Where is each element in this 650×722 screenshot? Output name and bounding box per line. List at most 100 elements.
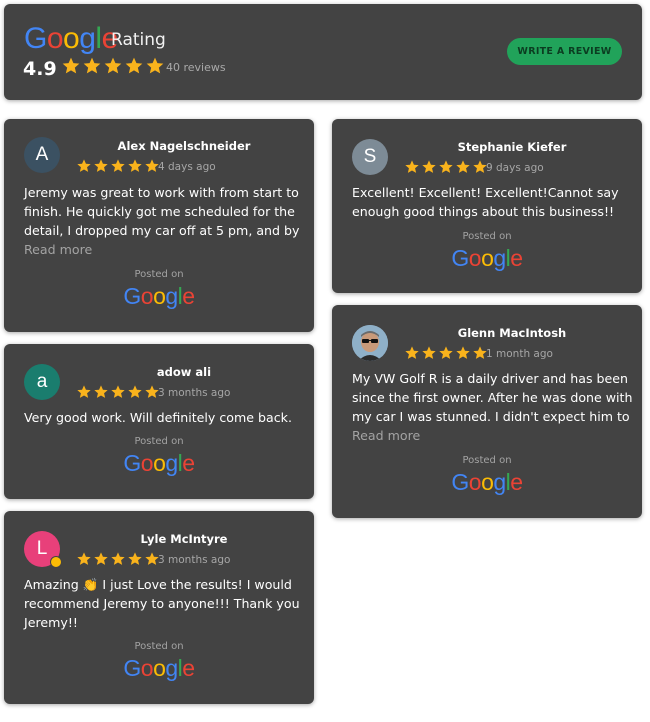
- review-time: 1 month ago: [486, 348, 553, 360]
- avatar: [352, 325, 388, 361]
- google-logo-letter: G: [24, 22, 47, 55]
- google-logo-letter: G: [123, 450, 141, 476]
- google-logo-letter: g: [79, 22, 96, 55]
- review-text: Jeremy was great to work with from start…: [24, 185, 300, 238]
- google-logo-letter: g: [493, 469, 506, 495]
- google-logo-letter: g: [493, 245, 506, 271]
- review-text: Amazing 👏 I just Love the results! I wou…: [24, 577, 300, 630]
- reviewer-name: adow ali: [156, 365, 212, 379]
- review-time: 3 months ago: [158, 387, 231, 399]
- star-icon: [110, 384, 126, 400]
- star-icon: [124, 56, 144, 76]
- posted-on-label: Posted on: [134, 641, 184, 652]
- star-icon: [438, 159, 454, 175]
- star-icon: [127, 384, 143, 400]
- star-icon: [127, 551, 143, 567]
- star-icon: [455, 159, 471, 175]
- header-star-rating: [61, 56, 165, 76]
- star-icon: [82, 56, 102, 76]
- star-icon: [110, 551, 126, 567]
- google-logo-letter: G: [123, 655, 141, 681]
- google-logo-letter: G: [123, 283, 141, 309]
- google-logo: Google: [4, 450, 314, 476]
- google-logo-letter: o: [153, 283, 166, 309]
- google-logo-letter: g: [165, 283, 178, 309]
- google-logo-letter: o: [468, 469, 482, 495]
- avatar: a: [24, 364, 60, 400]
- google-logo-letter: e: [182, 450, 195, 476]
- write-review-button[interactable]: WRITE A REVIEW: [507, 38, 622, 65]
- review-count: 40 reviews: [166, 61, 226, 74]
- review-star-rating: [76, 551, 160, 567]
- google-logo-letter: o: [481, 469, 494, 495]
- google-logo-letter: g: [165, 655, 178, 681]
- google-logo-letter: o: [153, 655, 166, 681]
- reviewer-name: Stephanie Kiefer: [457, 140, 567, 154]
- google-logo-letter: g: [165, 450, 178, 476]
- google-logo-letter: o: [63, 22, 80, 55]
- review-time: 3 months ago: [158, 554, 231, 566]
- star-icon: [110, 158, 126, 174]
- review-star-rating: [76, 158, 160, 174]
- star-icon: [103, 56, 123, 76]
- star-icon: [93, 551, 109, 567]
- google-logo: Google: [24, 22, 118, 56]
- star-icon: [61, 56, 81, 76]
- star-icon: [421, 159, 437, 175]
- review-time: 9 days ago: [486, 162, 544, 174]
- review-text: Excellent! Excellent! Excellent!Cannot s…: [352, 185, 619, 219]
- review-star-rating: [76, 384, 160, 400]
- google-logo-letter: e: [510, 245, 523, 271]
- review-star-rating: [404, 345, 488, 361]
- review-card: L Lyle McIntyre 3 months ago Amazing 👏 I…: [4, 511, 314, 704]
- google-logo-letter: o: [46, 22, 64, 55]
- google-logo-letter: G: [451, 245, 469, 271]
- google-logo-letter: G: [451, 469, 469, 495]
- read-more-link[interactable]: Read more: [352, 428, 420, 443]
- star-icon: [93, 384, 109, 400]
- star-icon: [76, 384, 92, 400]
- star-icon: [76, 551, 92, 567]
- posted-on-label: Posted on: [462, 231, 512, 242]
- profile-photo-icon: [352, 325, 388, 361]
- review-time: 4 days ago: [158, 161, 216, 173]
- google-logo-letter: o: [468, 245, 482, 271]
- review-card: A Alex Nagelschneider 4 days ago Jeremy …: [4, 119, 314, 332]
- star-icon: [145, 56, 165, 76]
- star-icon: [93, 158, 109, 174]
- review-text: My VW Golf R is a daily driver and has b…: [352, 371, 633, 424]
- star-icon: [455, 345, 471, 361]
- posted-on-label: Posted on: [134, 269, 184, 280]
- star-icon: [438, 345, 454, 361]
- star-icon: [404, 345, 420, 361]
- google-logo-letter: e: [182, 283, 195, 309]
- google-logo-letter: o: [153, 450, 166, 476]
- avatar: S: [352, 139, 388, 175]
- star-icon: [404, 159, 420, 175]
- google-logo-letter: e: [182, 655, 195, 681]
- rating-title: Rating: [111, 30, 166, 50]
- google-logo: Google: [4, 655, 314, 681]
- review-text: Very good work. Will definitely come bac…: [24, 410, 292, 425]
- review-card: S Stephanie Kiefer 9 days ago Excellent!…: [332, 119, 642, 293]
- star-icon: [76, 158, 92, 174]
- star-icon: [421, 345, 437, 361]
- reviewer-name: Alex Nagelschneider: [117, 139, 251, 153]
- reviewer-name: Glenn MacIntosh: [457, 326, 567, 340]
- read-more-link[interactable]: Read more: [24, 242, 92, 257]
- avatar: A: [24, 137, 60, 173]
- google-logo-letter: o: [481, 245, 494, 271]
- average-rating: 4.9: [23, 58, 57, 80]
- review-star-rating: [404, 159, 488, 175]
- review-card: a adow ali 3 months ago Very good work. …: [4, 344, 314, 499]
- local-guide-badge-icon: [50, 556, 62, 568]
- reviewer-name: Lyle McIntyre: [140, 532, 228, 546]
- google-logo: Google: [332, 469, 642, 495]
- posted-on-label: Posted on: [134, 436, 184, 447]
- google-logo: Google: [4, 283, 314, 309]
- google-logo-letter: o: [140, 450, 154, 476]
- rating-header: Google Rating 4.9 40 reviews WRITE A REV…: [4, 4, 642, 100]
- posted-on-label: Posted on: [462, 455, 512, 466]
- google-logo-letter: o: [140, 655, 154, 681]
- google-logo-letter: e: [510, 469, 523, 495]
